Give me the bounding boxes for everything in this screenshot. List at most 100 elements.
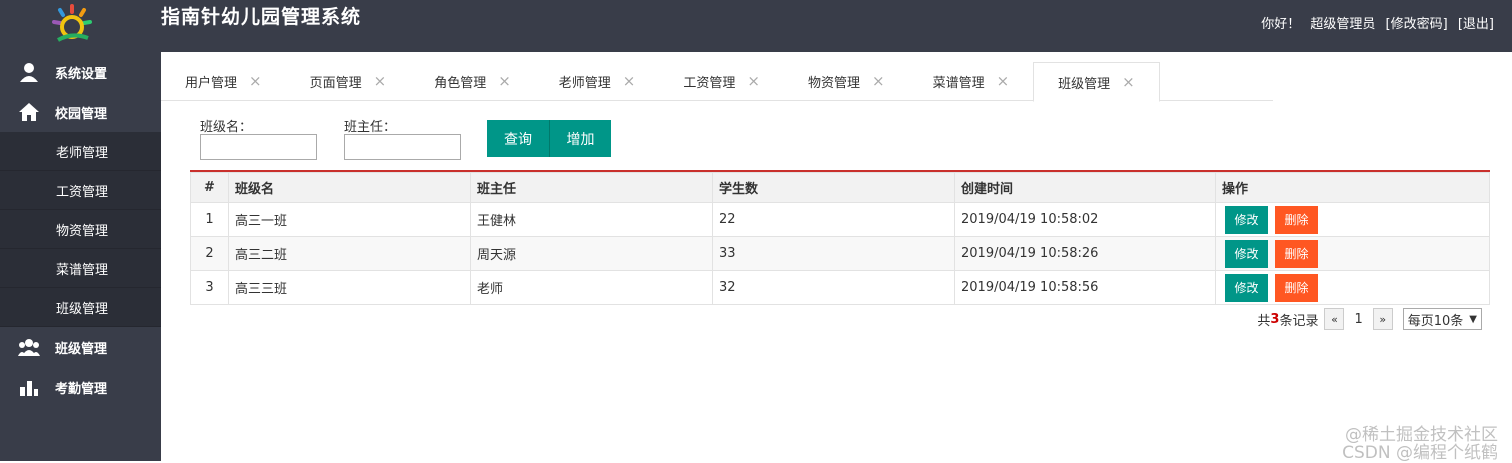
- sidebar-subitem-salary[interactable]: 工资管理: [0, 171, 161, 210]
- watermark-line: @稀土掘金技术社区: [1345, 425, 1498, 445]
- cell-class: 高三二班: [228, 236, 471, 271]
- tab-label: 页面管理: [309, 76, 362, 91]
- sidebar-subitem-menu[interactable]: 菜谱管理: [0, 249, 161, 288]
- tab-label: 用户管理: [185, 76, 238, 91]
- edit-button[interactable]: 修改: [1225, 205, 1268, 234]
- cell-index: 1: [190, 202, 229, 237]
- delete-button[interactable]: 删除: [1275, 273, 1318, 302]
- change-password-link[interactable]: [修改密码]: [1386, 17, 1448, 32]
- sidebar-item-system[interactable]: 系统设置: [0, 52, 161, 92]
- tab-label: 工资管理: [683, 76, 736, 91]
- top-header: 指南针幼儿园管理系统 你好！ 超级管理员 [修改密码] [退出]: [0, 0, 1512, 52]
- cell-index: 3: [190, 270, 229, 305]
- cell-students: 22: [712, 202, 955, 237]
- cell-index: 2: [190, 236, 229, 271]
- prev-page-button[interactable]: «: [1324, 308, 1345, 330]
- sidebar-item-label: 校园管理: [55, 106, 108, 122]
- col-header-actions: 操作: [1215, 172, 1490, 203]
- cell-teacher: 王健林: [470, 202, 713, 237]
- head-teacher-label: 班主任：: [344, 120, 397, 135]
- pagination: 共 3 条记录 « 1 » 每页10条 ▼: [1257, 308, 1482, 330]
- bar-chart-icon: [18, 377, 40, 397]
- chevron-down-icon: ▼: [1469, 313, 1477, 325]
- add-button[interactable]: 增加: [549, 120, 611, 157]
- class-name-input[interactable]: [200, 134, 317, 160]
- logo-icon: [52, 4, 92, 42]
- close-icon[interactable]: ×: [623, 74, 636, 89]
- table-header-row: # 班级名 班主任 学生数 创建时间 操作: [190, 172, 1490, 203]
- query-button[interactable]: 查询: [487, 120, 549, 157]
- cell-created: 2019/04/19 10:58:26: [954, 236, 1216, 271]
- tab-page[interactable]: 页面管理 ×: [286, 62, 411, 101]
- col-header-created: 创建时间: [954, 172, 1216, 203]
- cell-actions: 修改 删除: [1215, 270, 1490, 305]
- tab-role[interactable]: 角色管理 ×: [410, 62, 535, 101]
- cell-teacher: 老师: [470, 270, 713, 305]
- tab-label: 菜谱管理: [932, 76, 985, 91]
- close-icon[interactable]: ×: [498, 74, 511, 89]
- sidebar-subitem-supplies[interactable]: 物资管理: [0, 210, 161, 249]
- tab-salary[interactable]: 工资管理 ×: [659, 62, 784, 101]
- table-row: 1 高三一班 王健林 22 2019/04/19 10:58:02 修改 删除: [190, 202, 1490, 237]
- cell-actions: 修改 删除: [1215, 202, 1490, 237]
- home-icon: [18, 102, 40, 122]
- tab-bar: 用户管理 × 页面管理 × 角色管理 × 老师管理 × 工资管理 × 物资管理 × 菜谱管理…: [161, 62, 1273, 102]
- total-suffix: 条记录: [1279, 313, 1319, 329]
- edit-button[interactable]: 修改: [1225, 273, 1268, 302]
- sidebar-subitem-teacher[interactable]: 老师管理: [0, 132, 161, 171]
- total-prefix: 共: [1257, 313, 1271, 329]
- close-icon[interactable]: ×: [1122, 74, 1135, 90]
- col-header-students: 学生数: [712, 172, 955, 203]
- delete-button[interactable]: 删除: [1275, 239, 1318, 268]
- sidebar-item-attendance[interactable]: 考勤管理: [0, 367, 161, 407]
- sidebar-item-label: 班级管理: [55, 341, 108, 357]
- class-table: # 班级名 班主任 学生数 创建时间 操作 1 高三一班 王健林 22 2019…: [190, 170, 1490, 305]
- cell-actions: 修改 删除: [1215, 236, 1490, 271]
- close-icon[interactable]: ×: [249, 74, 262, 89]
- user-bar: 你好！ 超级管理员 [修改密码] [退出]: [1255, 13, 1494, 32]
- greeting-text: 你好！: [1261, 17, 1301, 32]
- close-icon[interactable]: ×: [747, 74, 760, 89]
- group-icon: [18, 337, 40, 357]
- sidebar-item-class[interactable]: 班级管理: [0, 327, 161, 367]
- sidebar-item-label: 系统设置: [55, 66, 108, 82]
- table-row: 2 高三二班 周天源 33 2019/04/19 10:58:26 修改 删除: [190, 236, 1490, 271]
- sidebar-subitem-class[interactable]: 班级管理: [0, 288, 161, 327]
- action-buttons: 查询 增加: [487, 120, 611, 157]
- tab-label: 角色管理: [434, 76, 487, 91]
- sidebar-item-label: 考勤管理: [55, 381, 108, 397]
- campus-submenu: 老师管理 工资管理 物资管理 菜谱管理 班级管理: [0, 132, 161, 327]
- close-icon[interactable]: ×: [374, 74, 387, 89]
- cell-teacher: 周天源: [470, 236, 713, 271]
- close-icon[interactable]: ×: [872, 74, 885, 89]
- tab-supplies[interactable]: 物资管理 ×: [784, 62, 909, 101]
- tab-label: 老师管理: [558, 76, 611, 91]
- cell-class: 高三一班: [228, 202, 471, 237]
- close-icon[interactable]: ×: [997, 74, 1010, 89]
- user-icon: [18, 62, 40, 82]
- watermark: @稀土掘金技术社区 CSDN @编程个纸鹤: [1342, 426, 1498, 462]
- tab-teacher[interactable]: 老师管理 ×: [535, 62, 660, 101]
- tab-class[interactable]: 班级管理 ×: [1033, 62, 1160, 102]
- logout-link[interactable]: [退出]: [1458, 17, 1494, 32]
- current-page[interactable]: 1: [1354, 312, 1362, 327]
- tab-user[interactable]: 用户管理 ×: [161, 62, 286, 101]
- page-size-select[interactable]: 每页10条 ▼: [1402, 308, 1482, 330]
- table-row: 3 高三三班 老师 32 2019/04/19 10:58:56 修改 删除: [190, 270, 1490, 305]
- cell-students: 33: [712, 236, 955, 271]
- total-count: 3: [1270, 311, 1280, 327]
- sidebar-item-campus[interactable]: 校园管理: [0, 92, 161, 132]
- cell-class: 高三三班: [228, 270, 471, 305]
- delete-button[interactable]: 删除: [1275, 205, 1318, 234]
- tab-menu[interactable]: 菜谱管理 ×: [909, 62, 1034, 101]
- sidebar: 系统设置 校园管理 老师管理 工资管理 物资管理 菜谱管理 班级管理 班级管理 …: [0, 52, 161, 461]
- col-header-index: #: [190, 172, 229, 203]
- next-page-button[interactable]: »: [1372, 308, 1393, 330]
- cell-students: 32: [712, 270, 955, 305]
- head-teacher-input[interactable]: [344, 134, 461, 160]
- tab-label: 物资管理: [807, 76, 860, 91]
- col-header-class: 班级名: [228, 172, 471, 203]
- watermark-line: CSDN @编程个纸鹤: [1342, 443, 1498, 463]
- edit-button[interactable]: 修改: [1225, 239, 1268, 268]
- cell-created: 2019/04/19 10:58:02: [954, 202, 1216, 237]
